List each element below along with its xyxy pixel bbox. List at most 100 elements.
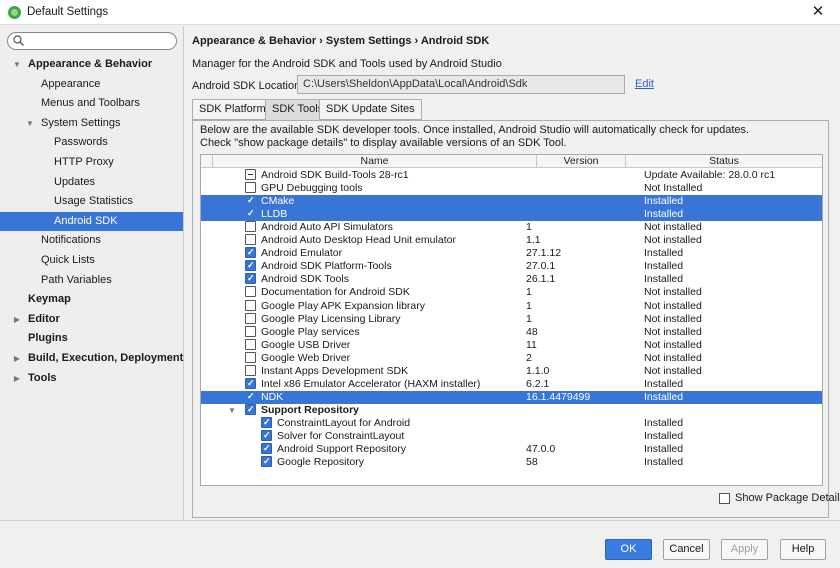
collapse-arrow-icon[interactable]: ▶: [13, 349, 21, 368]
row-checkbox[interactable]: [245, 221, 256, 233]
close-icon[interactable]: ✕: [796, 0, 840, 25]
sidebar-item-keymap[interactable]: Keymap: [0, 290, 183, 309]
sidebar-item-editor[interactable]: ▶ Editor: [0, 310, 183, 329]
table-row[interactable]: Google USB Driver 11 Not installed: [201, 338, 822, 352]
ok-button[interactable]: OK: [605, 539, 652, 560]
row-checkbox[interactable]: [245, 169, 256, 180]
sidebar-item-usage-statistics[interactable]: Usage Statistics: [0, 192, 183, 211]
cell-status: Not installed: [644, 299, 702, 312]
table-row[interactable]: Android SDK Build-Tools 28-rc1 Update Ava…: [201, 169, 822, 182]
cell-version: 47.0.0: [526, 443, 556, 456]
row-checkbox[interactable]: [261, 429, 272, 442]
sidebar-item-notifications[interactable]: Notifications: [0, 231, 183, 250]
cell-status: Installed: [644, 247, 684, 260]
table-row[interactable]: Google Play APK Expansion library 1 Not in…: [201, 299, 822, 313]
row-checkbox[interactable]: [245, 286, 256, 298]
row-checkbox[interactable]: [245, 299, 256, 311]
sidebar-item-label: Notifications: [41, 234, 101, 247]
sidebar-item-label: Tools: [28, 371, 57, 384]
expand-arrow-icon[interactable]: ▼: [26, 114, 34, 133]
sidebar-item-android-sdk[interactable]: Android SDK: [0, 211, 183, 231]
table-row[interactable]: CMake Installed: [201, 194, 822, 209]
row-checkbox[interactable]: [261, 455, 272, 468]
cell-status: Not installed: [644, 325, 702, 338]
row-checkbox[interactable]: [261, 442, 272, 455]
sidebar-item-updates[interactable]: Updates: [0, 173, 183, 192]
tab-sdk-update-sites[interactable]: SDK Update Sites: [319, 99, 422, 120]
sidebar-item-http-proxy[interactable]: HTTP Proxy: [0, 153, 183, 172]
row-checkbox[interactable]: [245, 207, 256, 220]
cell-status: Installed: [644, 273, 684, 286]
row-checkbox[interactable]: [245, 312, 256, 324]
table-row[interactable]: Android Emulator 27.1.12 Installed: [201, 246, 822, 260]
apply-button[interactable]: Apply: [721, 539, 768, 560]
cell-status: Installed: [644, 456, 684, 469]
row-checkbox[interactable]: [245, 325, 256, 337]
table-row[interactable]: LLDB Installed: [201, 207, 822, 222]
row-checkbox[interactable]: [245, 364, 256, 376]
sidebar-item-tools[interactable]: ▶ Tools: [0, 369, 183, 388]
row-checkbox[interactable]: [245, 259, 256, 272]
row-checkbox[interactable]: [245, 390, 256, 403]
row-checkbox[interactable]: [245, 182, 256, 194]
help-button[interactable]: Help: [780, 539, 826, 560]
row-checkbox[interactable]: [245, 246, 256, 259]
sidebar-item-build-execution-deployment[interactable]: ▶ Build, Execution, Deployment: [0, 349, 183, 368]
sidebar-item-appearance-behavior[interactable]: ▼ Appearance & Behavior: [0, 55, 183, 74]
search-input[interactable]: [7, 32, 177, 50]
table-row[interactable]: Google Play Licensing Library 1 Not instal…: [201, 312, 822, 326]
cancel-button[interactable]: Cancel: [663, 539, 710, 560]
table-row[interactable]: Instant Apps Development SDK 1.1.0 Not ins…: [201, 364, 822, 378]
cell-name: Google Play services: [261, 325, 360, 338]
table-row[interactable]: GPU Debugging tools Not Installed: [201, 182, 822, 195]
table-row[interactable]: NDK 16.1.4479499 Installed: [201, 390, 822, 404]
sidebar-item-plugins[interactable]: Plugins: [0, 329, 183, 348]
row-checkbox[interactable]: [245, 272, 256, 285]
info-text: Below are the available SDK developer to…: [200, 124, 750, 136]
row-checkbox[interactable]: [245, 338, 256, 350]
table-row[interactable]: Android SDK Platform-Tools 27.0.1 Installe…: [201, 259, 822, 273]
row-checkbox[interactable]: [245, 377, 256, 390]
cell-status: Installed: [644, 208, 684, 221]
edit-link[interactable]: Edit: [635, 78, 654, 90]
table-row[interactable]: ConstraintLayout for Android Installed: [201, 416, 822, 430]
cell-status: Installed: [644, 443, 684, 456]
collapse-arrow-icon[interactable]: ▶: [13, 369, 21, 388]
table-row[interactable]: Google Play services 48 Not installed: [201, 325, 822, 339]
sidebar-item-label: Appearance: [41, 77, 101, 90]
sidebar-item-path-variables[interactable]: Path Variables: [0, 271, 183, 290]
row-checkbox[interactable]: [245, 194, 256, 207]
sidebar-item-appearance[interactable]: Appearance: [0, 75, 183, 94]
row-checkbox[interactable]: [245, 403, 256, 416]
row-checkbox[interactable]: [245, 234, 256, 246]
table-row[interactable]: Android Auto API Simulators 1 Not installe…: [201, 221, 822, 234]
row-checkbox[interactable]: [261, 416, 272, 429]
table-group-row[interactable]: ▼ Support Repository: [201, 403, 822, 417]
table-row[interactable]: Solver for ConstraintLayout Installed: [201, 429, 822, 443]
table-row[interactable]: Android Support Repository 47.0.0 Installe…: [201, 442, 822, 456]
cell-version: 27.1.12: [526, 247, 562, 260]
collapse-arrow-icon[interactable]: ▶: [13, 310, 21, 329]
title-bar: Default Settings ✕: [0, 0, 840, 25]
sidebar-item-quick-lists[interactable]: Quick Lists: [0, 251, 183, 270]
cell-status: Installed: [644, 195, 684, 208]
column-header-status[interactable]: Status: [626, 155, 822, 168]
table-row[interactable]: Google Web Driver 2 Not installed: [201, 351, 822, 365]
cell-name: Android Support Repository: [277, 443, 406, 456]
table-row[interactable]: Android SDK Tools 26.1.1 Installed: [201, 272, 822, 286]
column-header-name[interactable]: Name: [213, 155, 537, 168]
sidebar-item-passwords[interactable]: Passwords: [0, 133, 183, 152]
table-row[interactable]: Documentation for Android SDK 1 Not instal…: [201, 286, 822, 299]
column-header-version[interactable]: Version: [537, 155, 626, 168]
table-row[interactable]: Intel x86 Emulator Accelerator (HAXM ins…: [201, 377, 822, 391]
checkbox[interactable]: [719, 493, 730, 504]
expand-arrow-icon[interactable]: ▼: [228, 404, 236, 417]
sdk-location-field[interactable]: C:\Users\Sheldon\AppData\Local\Android\S…: [297, 75, 625, 94]
table-row[interactable]: Google Repository 58 Installed: [201, 455, 822, 469]
table-row[interactable]: Android Auto Desktop Head Unit emulator 1…: [201, 234, 822, 247]
sidebar-item-system-settings[interactable]: ▼ System Settings: [0, 114, 183, 133]
cell-name: LLDB: [261, 208, 288, 221]
row-checkbox[interactable]: [245, 351, 256, 363]
expand-arrow-icon[interactable]: ▼: [13, 55, 21, 74]
sidebar-item-menus-and-toolbars[interactable]: Menus and Toolbars: [0, 94, 183, 113]
